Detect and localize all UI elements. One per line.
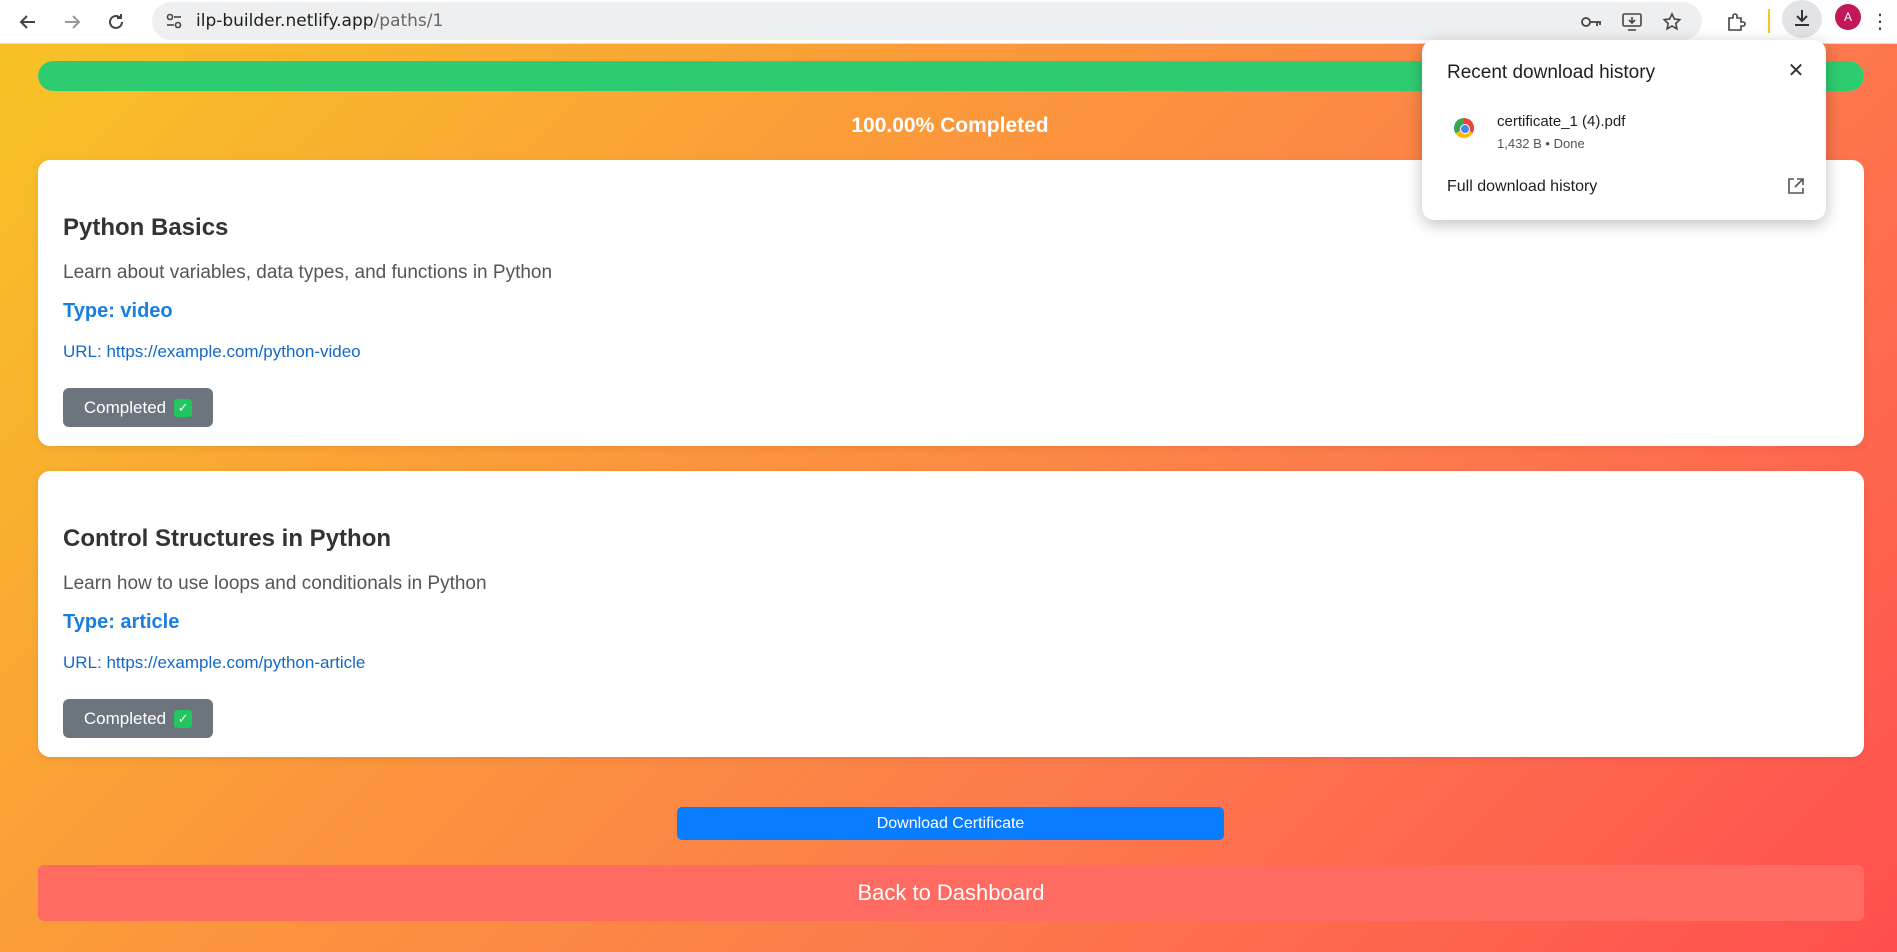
popup-title: Recent download history xyxy=(1447,62,1656,83)
url-path: /paths/1 xyxy=(373,11,444,31)
completed-button[interactable]: Completed ✓ xyxy=(63,699,213,738)
bookmark-star-icon[interactable] xyxy=(1658,8,1686,36)
completed-button[interactable]: Completed ✓ xyxy=(63,388,213,427)
extensions-icon[interactable] xyxy=(1720,6,1752,38)
download-history-popup: Recent download history ✕ certificate_1 … xyxy=(1422,40,1826,220)
status-label: Completed xyxy=(83,397,167,417)
module-type: Type: video xyxy=(63,300,173,322)
url-host: ilp-builder.netlify.app xyxy=(196,11,374,31)
download-item-meta: 1,432 B • Done xyxy=(1497,136,1585,151)
download-button[interactable] xyxy=(1782,0,1822,38)
module-title: Control Structures in Python xyxy=(63,525,392,552)
toolbar-divider xyxy=(1768,9,1770,33)
profile-avatar[interactable]: A xyxy=(1835,4,1861,30)
close-icon[interactable]: ✕ xyxy=(1782,56,1810,84)
checkmark-icon: ✓ xyxy=(174,398,193,417)
module-title: Python Basics xyxy=(63,214,229,241)
chrome-file-icon xyxy=(1454,118,1474,138)
menu-icon[interactable]: ⋮ xyxy=(1870,6,1890,36)
install-app-icon[interactable] xyxy=(1618,8,1646,36)
module-description: Learn about variables, data types, and f… xyxy=(63,262,553,283)
site-info-icon[interactable] xyxy=(162,9,186,33)
back-to-dashboard-button[interactable]: Back to Dashboard xyxy=(38,865,1864,921)
back-icon[interactable] xyxy=(12,6,44,38)
status-label: Completed xyxy=(83,708,167,728)
forward-icon[interactable] xyxy=(56,6,88,38)
download-icon xyxy=(1792,8,1812,33)
url-text[interactable]: ilp-builder.netlify.app/paths/1 xyxy=(196,11,443,31)
open-external-icon[interactable] xyxy=(1784,174,1808,198)
module-card: Control Structures in Python Learn how t… xyxy=(38,471,1864,757)
password-key-icon[interactable] xyxy=(1578,8,1606,36)
module-url[interactable]: URL: https://example.com/python-article xyxy=(63,653,365,673)
address-bar[interactable]: ilp-builder.netlify.app/paths/1 xyxy=(152,2,1702,40)
module-description: Learn how to use loops and conditionals … xyxy=(63,573,487,594)
module-url[interactable]: URL: https://example.com/python-video xyxy=(63,342,361,362)
browser-toolbar: ilp-builder.netlify.app/paths/1 A ⋮ xyxy=(0,0,1897,44)
module-type: Type: article xyxy=(63,611,180,633)
reload-icon[interactable] xyxy=(100,6,132,38)
checkmark-icon: ✓ xyxy=(174,709,193,728)
full-download-history-link[interactable]: Full download history xyxy=(1447,178,1597,196)
download-item-name[interactable]: certificate_1 (4).pdf xyxy=(1497,113,1625,130)
download-certificate-button[interactable]: Download Certificate xyxy=(677,807,1224,840)
